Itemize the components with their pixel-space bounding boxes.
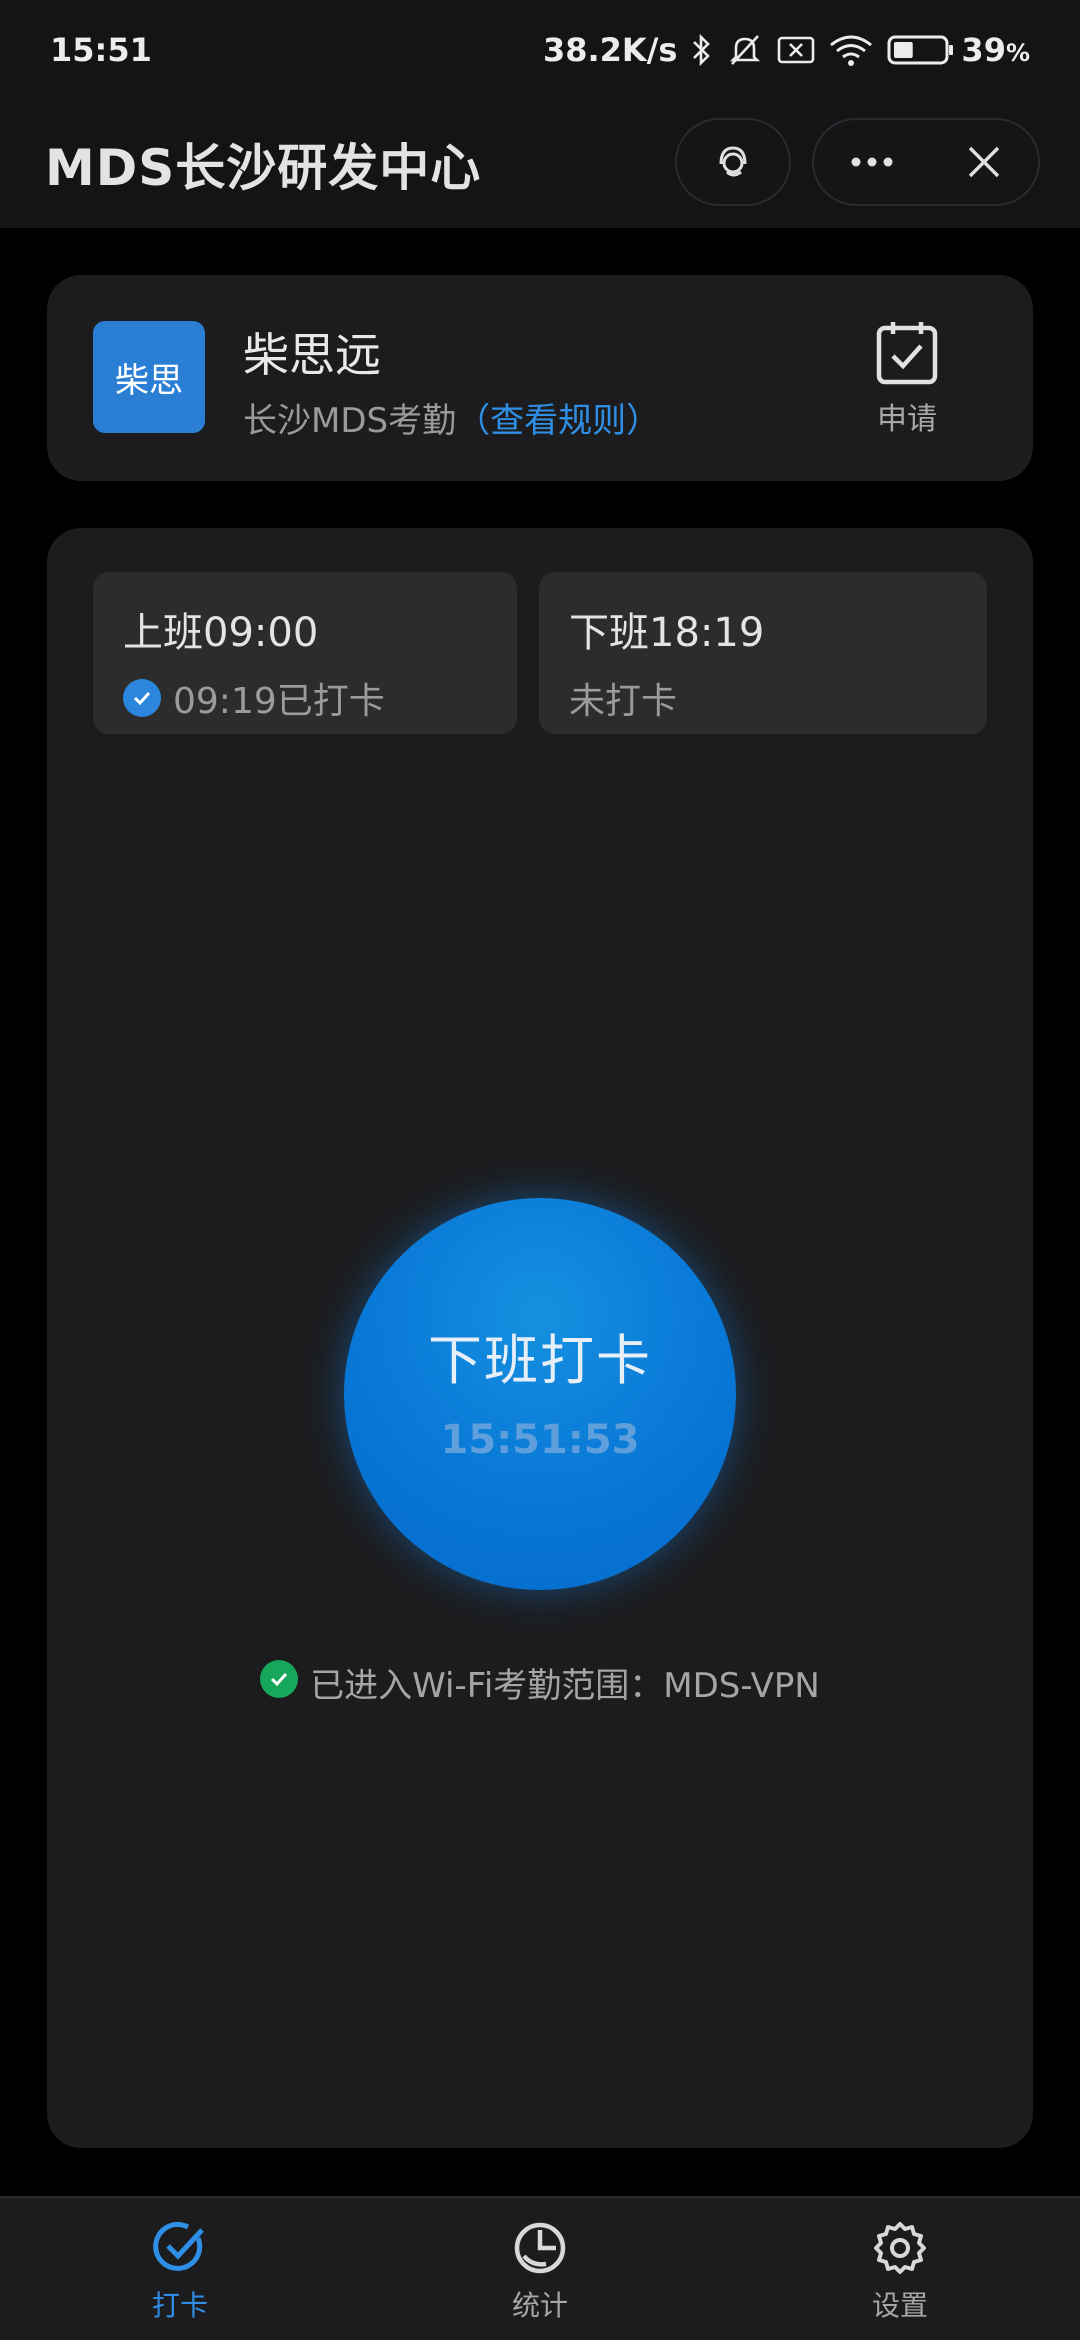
wifi-status-text: 已进入Wi-Fi考勤范围：MDS-VPN [310, 1666, 820, 1706]
apply-button[interactable]: 申请 [867, 320, 947, 440]
shift-title: 上班09:00 [123, 610, 319, 656]
status-icons: 38.2K/s 39% [543, 31, 1030, 69]
pie-chart-icon [514, 2222, 566, 2274]
group-name: 长沙MDS考勤 [243, 401, 457, 441]
checked-icon [123, 679, 161, 717]
shift-status-text: 09:19已打卡 [173, 681, 385, 722]
clock-button-label: 下班打卡 [428, 1328, 652, 1392]
user-name: 柴思远 [243, 328, 381, 382]
sim-icon [778, 36, 815, 64]
battery-indicator: 39% [887, 31, 1030, 69]
attendance-group: 长沙MDS考勤（查看规则） [243, 393, 660, 442]
status-bar: 15:51 38.2K/s 39% [0, 0, 1080, 100]
tab-statistics[interactable]: 统计 [470, 2198, 610, 2340]
battery-percent: 39 [961, 31, 1006, 69]
avatar: 柴思 [93, 321, 205, 433]
tab-clock-in[interactable]: 打卡 [110, 2198, 250, 2340]
shift-clock-in[interactable]: 上班09:00 09:19已打卡 [93, 572, 517, 734]
apply-label: 申请 [877, 402, 937, 437]
wifi-icon [830, 35, 873, 66]
shift-status: 未打卡 [569, 672, 957, 724]
net-speed: 38.2K/s [542, 31, 678, 69]
gear-icon [874, 2222, 926, 2274]
status-time: 15:51 [50, 31, 152, 69]
support-button[interactable] [675, 118, 791, 206]
view-rules-link[interactable]: （查看规则） [456, 401, 660, 441]
close-icon[interactable] [966, 144, 1002, 180]
calendar-check-icon [876, 322, 938, 385]
shift-clock-out[interactable]: 下班18:19 未打卡 [539, 572, 987, 734]
success-icon [260, 1659, 299, 1698]
more-icon[interactable] [850, 156, 894, 168]
tab-label: 统计 [511, 2289, 568, 2322]
current-time: 15:51:53 [440, 1416, 640, 1463]
bottom-tab-bar: 打卡 统计 设置 [0, 2196, 1080, 2340]
clock-in-card: 上班09:00 09:19已打卡 下班18:19 未打卡 下班打卡 15:51:… [47, 528, 1033, 2148]
battery-icon [887, 35, 954, 65]
tab-label: 设置 [871, 2289, 928, 2322]
battery-unit: % [1005, 39, 1030, 67]
page-title: MDS长沙研发中心 [45, 139, 482, 197]
wifi-range-status: 已进入Wi-Fi考勤范围：MDS-VPN [47, 1658, 1033, 1707]
tab-settings[interactable]: 设置 [830, 2198, 970, 2340]
user-card: 柴思 柴思远 长沙MDS考勤（查看规则） 申请 [47, 275, 1033, 481]
headset-icon [719, 146, 747, 177]
check-icon [153, 2221, 204, 2271]
capsule-actions [812, 118, 1040, 206]
clock-out-button[interactable]: 下班打卡 15:51:53 [344, 1198, 736, 1590]
bluetooth-icon [693, 33, 711, 67]
shift-status-text: 未打卡 [569, 681, 678, 722]
tab-label: 打卡 [151, 2289, 208, 2322]
shift-title: 下班18:19 [569, 610, 765, 656]
mute-icon [730, 35, 761, 65]
shift-status: 09:19已打卡 [123, 672, 487, 724]
